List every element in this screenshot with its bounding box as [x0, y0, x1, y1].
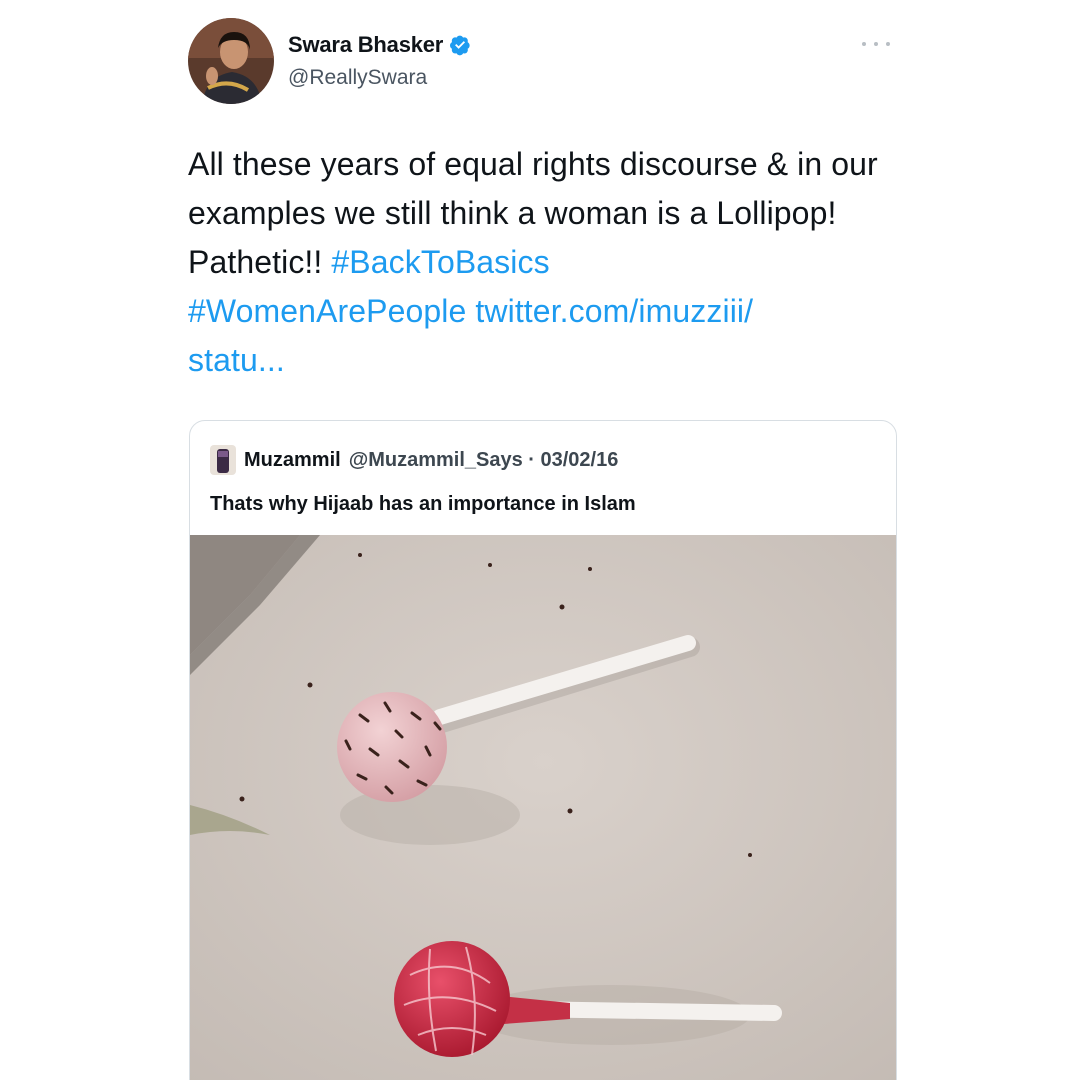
author-handle[interactable]: @ReallySwara: [288, 66, 471, 90]
quoted-tweet-card[interactable]: Muzammil @Muzammil_Says · 03/02/16 Thats…: [189, 420, 897, 1080]
quoted-display-name[interactable]: Muzammil: [244, 449, 341, 472]
verified-badge-icon: [450, 35, 470, 56]
quoted-text: Thats why Hijaab has an importance in Is…: [210, 493, 636, 515]
author-avatar[interactable]: [188, 18, 274, 104]
quoted-meta: @Muzammil_Says · 03/02/16: [348, 448, 619, 471]
author-display-name[interactable]: Swara Bhasker: [288, 32, 443, 58]
hashtag-womenarepeople[interactable]: #WomenArePeople: [188, 293, 466, 329]
hashtag-backtobasics[interactable]: #BackToBasics: [331, 244, 549, 280]
tweet-text: All these years of equal rights discours…: [188, 140, 908, 385]
tweet-link-continued[interactable]: statu...: [188, 342, 285, 378]
tweet-link[interactable]: twitter.com/imuzziii/: [475, 293, 753, 329]
quoted-author-avatar[interactable]: [210, 445, 236, 475]
tweet-header: Swara Bhasker @ReallySwara: [188, 18, 898, 108]
quoted-media-photo[interactable]: [190, 535, 897, 1080]
more-options-icon[interactable]: [862, 38, 890, 50]
